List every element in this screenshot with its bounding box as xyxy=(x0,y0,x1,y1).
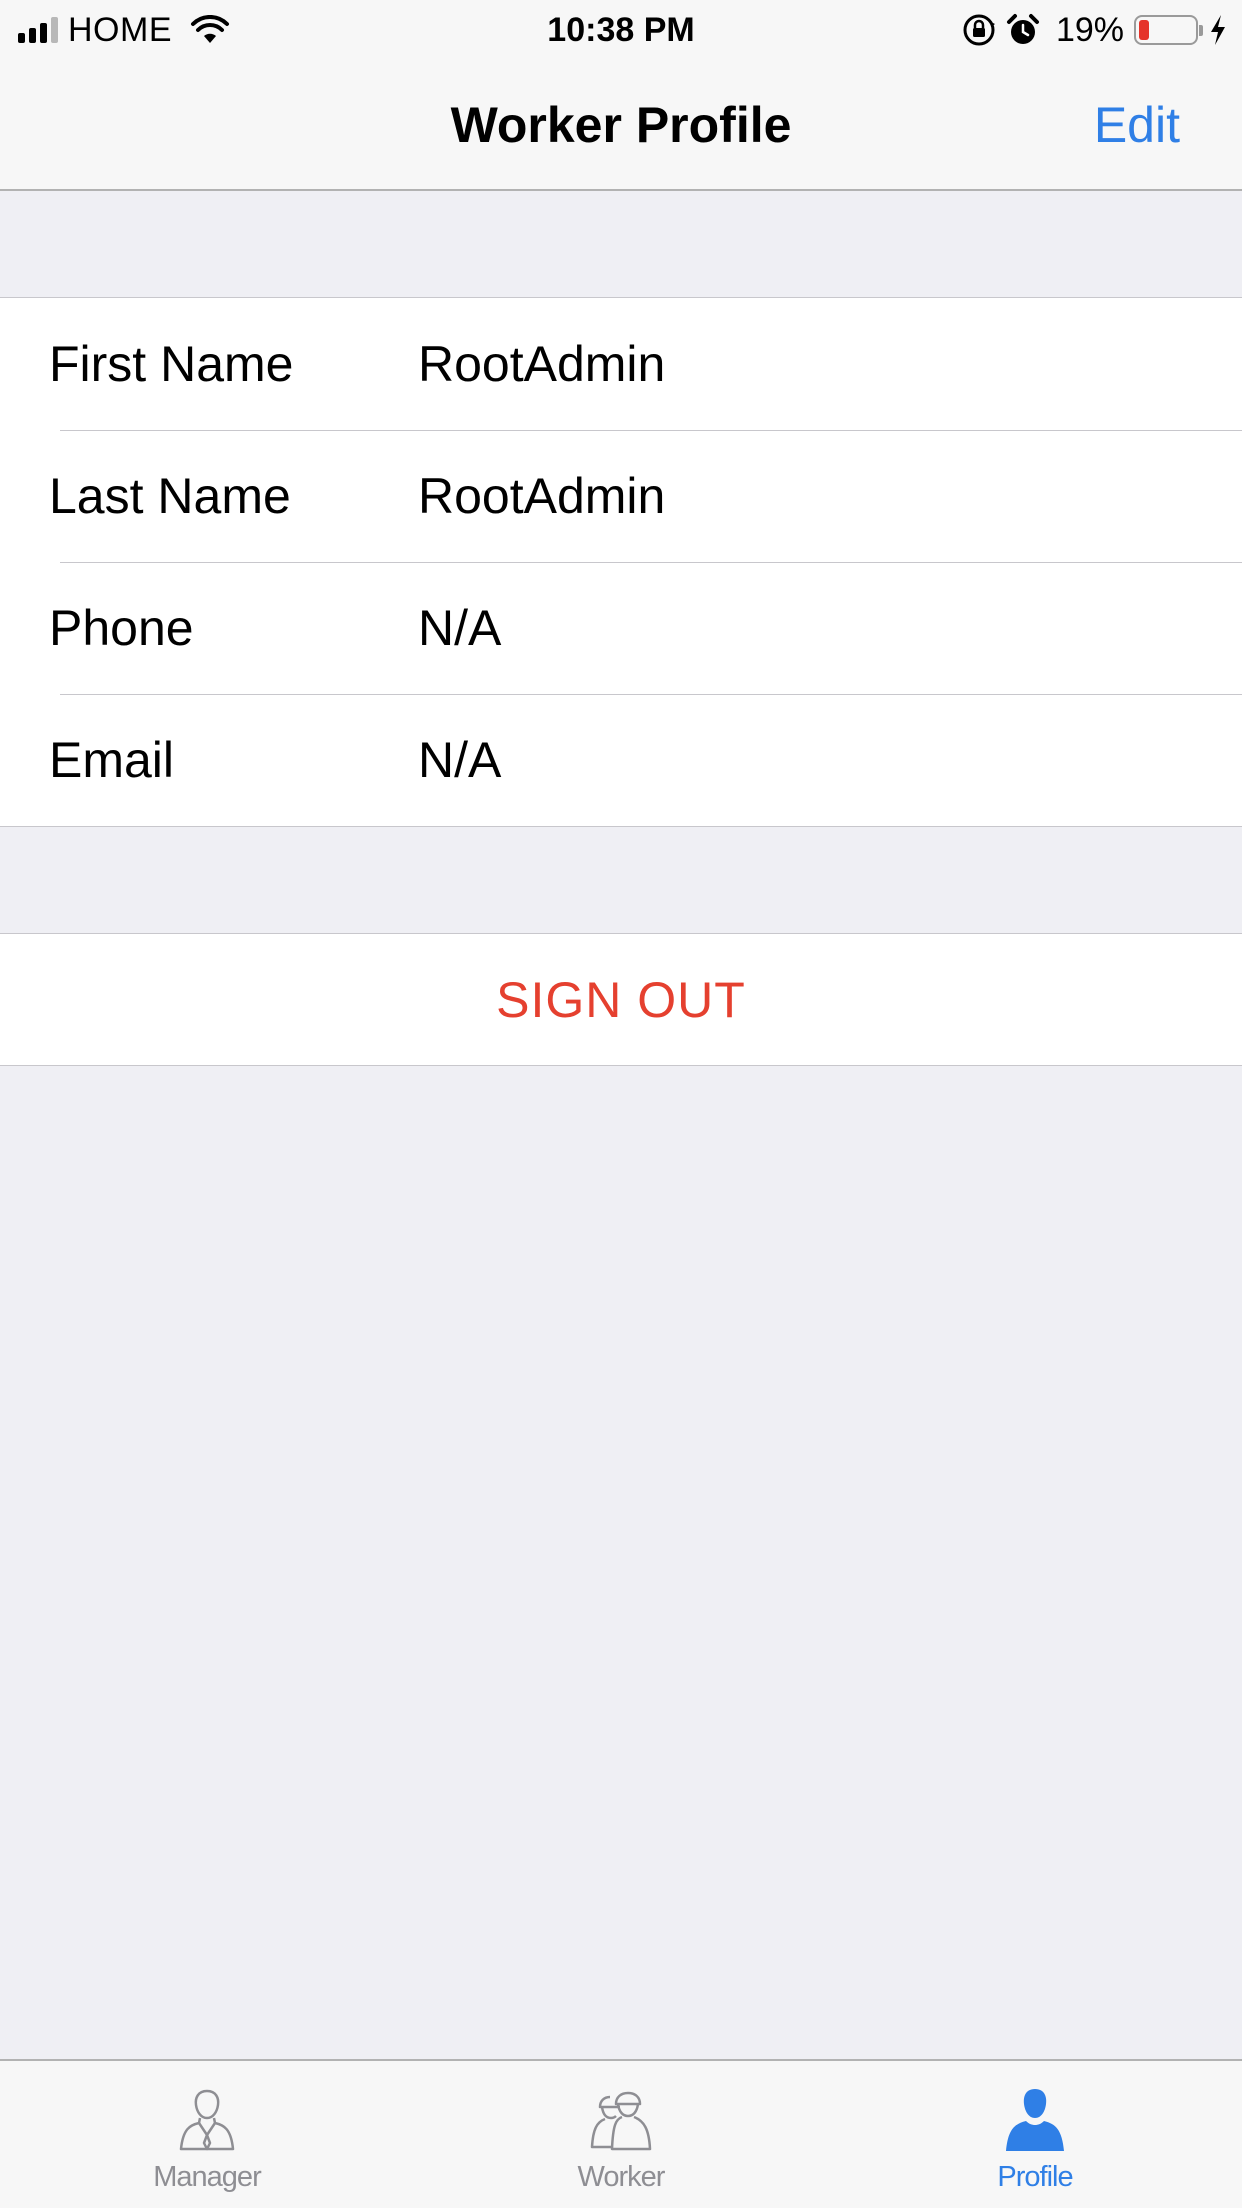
rotation-lock-icon xyxy=(963,14,995,46)
tab-worker-label: Worker xyxy=(577,2161,666,2193)
battery-percent: 19% xyxy=(1055,10,1124,49)
first-name-value: RootAdmin xyxy=(418,336,666,392)
sign-out-button[interactable]: SIGN OUT xyxy=(0,933,1242,1066)
tab-manager[interactable]: Manager xyxy=(0,2061,414,2208)
status-right: 19% xyxy=(962,10,1228,50)
tab-bar: Manager Worker Profile xyxy=(0,2059,1242,2208)
status-bar: HOME 10:38 PM 19% xyxy=(0,0,1242,60)
email-label: Email xyxy=(49,732,175,788)
phone-label: Phone xyxy=(49,600,194,656)
manager-icon xyxy=(179,2089,235,2151)
battery-level-fill xyxy=(1139,20,1149,40)
tab-worker[interactable]: Worker xyxy=(414,2061,828,2208)
last-name-label: Last Name xyxy=(49,468,291,524)
alarm-icon xyxy=(1006,14,1039,44)
tab-manager-label: Manager xyxy=(153,2161,261,2193)
last-name-row: Last Name RootAdmin xyxy=(0,430,1242,562)
charging-bolt-icon xyxy=(1211,15,1225,45)
email-row: Email N/A xyxy=(0,694,1242,826)
email-value: N/A xyxy=(418,732,502,788)
first-name-row: First Name RootAdmin xyxy=(0,298,1242,430)
phone-row: Phone N/A xyxy=(0,562,1242,694)
worker-icon xyxy=(590,2091,652,2151)
page-title: Worker Profile xyxy=(450,97,792,153)
tab-profile[interactable]: Profile xyxy=(828,2061,1242,2208)
sign-out-label: SIGN OUT xyxy=(496,971,746,1028)
battery-icon xyxy=(1134,15,1203,45)
tab-profile-label: Profile xyxy=(997,2161,1073,2193)
navigation-bar: Worker Profile Edit xyxy=(0,60,1242,191)
last-name-value: RootAdmin xyxy=(418,468,666,524)
profile-details-table: First Name RootAdmin Last Name RootAdmin… xyxy=(0,297,1242,827)
first-name-label: First Name xyxy=(49,336,294,392)
phone-value: N/A xyxy=(418,600,502,656)
edit-button[interactable]: Edit xyxy=(1094,96,1180,154)
profile-person-icon xyxy=(1006,2089,1064,2151)
